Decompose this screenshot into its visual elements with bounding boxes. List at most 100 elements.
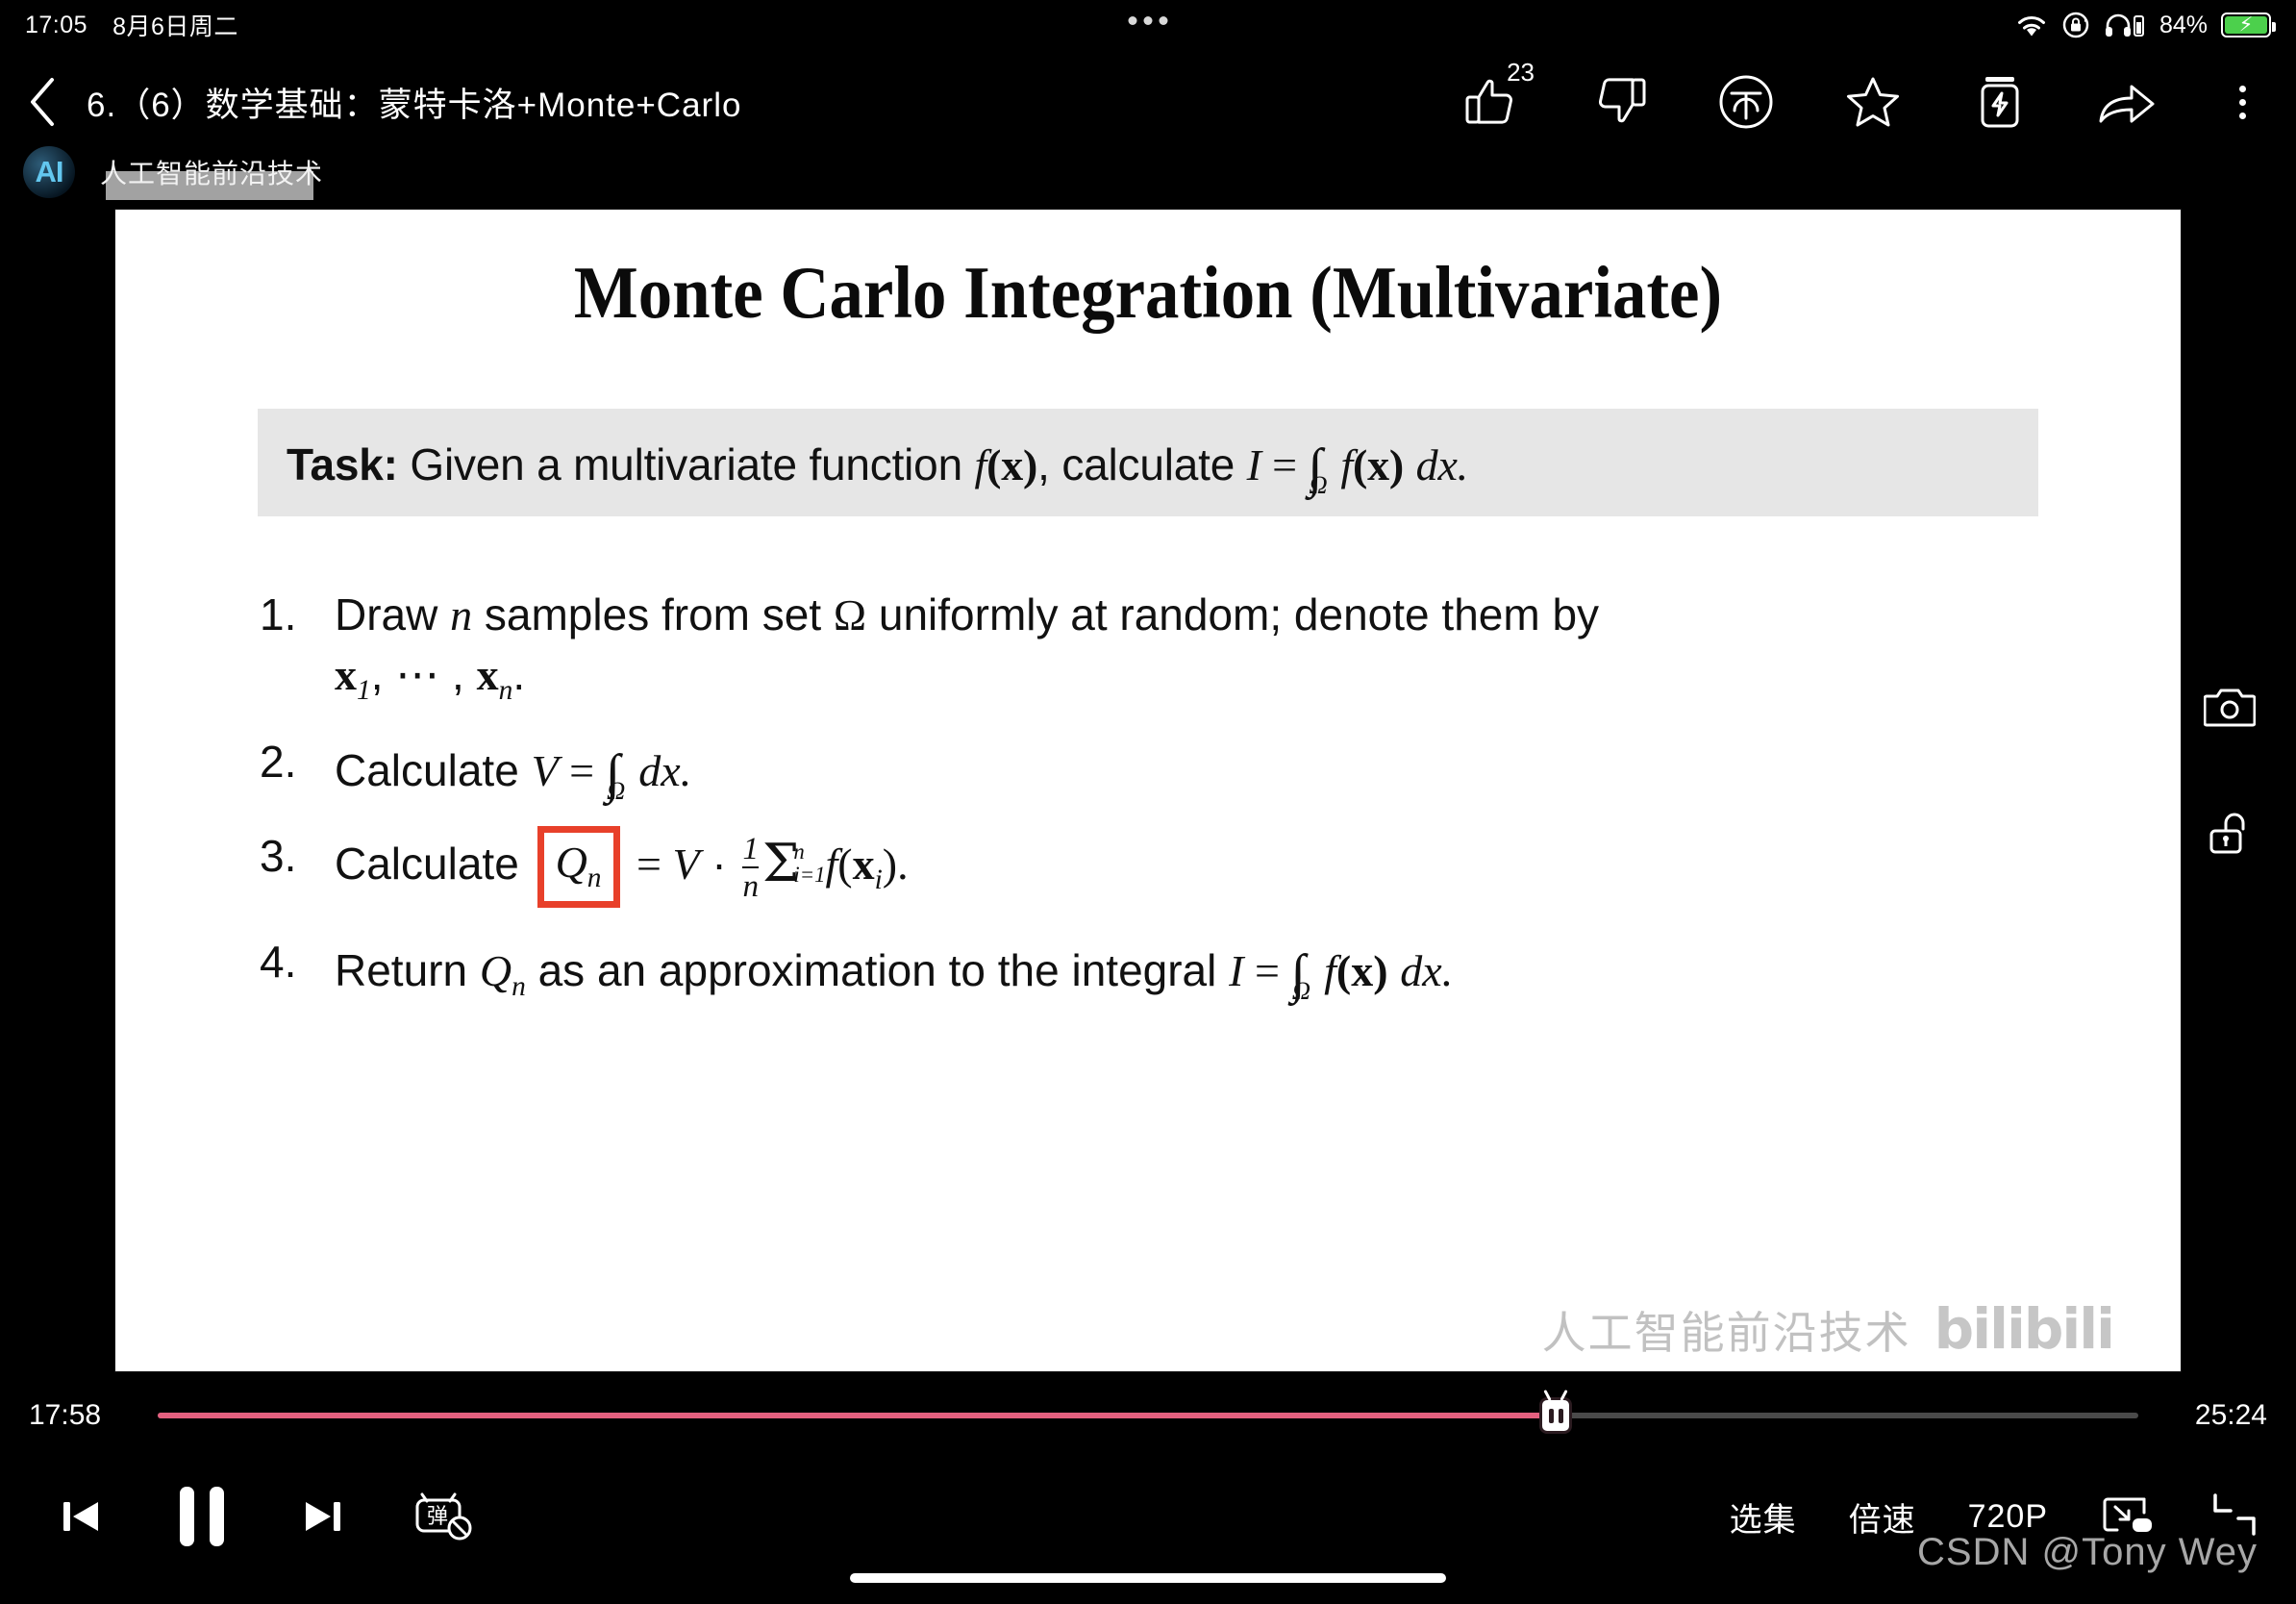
task-statement: Task: Given a multivariate function f(x)… [258,409,2038,516]
pause-button[interactable] [156,1470,248,1563]
step4-Qsub: n [512,971,526,1003]
fraction-one-over-n: 1n [742,830,760,904]
page-title: 6.（6）数学基础：蒙特卡洛+Monte+Carlo [87,86,742,124]
step2-a: Calculate [335,744,532,795]
wifi-icon [2015,13,2048,38]
summation-icon: Σn i=1 [762,829,825,898]
step1-period: . [512,648,526,699]
step-body: Return Qn as an approximation to the int… [335,933,1453,1006]
step1-n: n [450,590,473,639]
step4-f: f [1324,945,1336,995]
screen-lock-button[interactable] [2196,798,2263,865]
channel-logo: AI [23,146,75,198]
camera-punch-hole [1128,16,1168,25]
status-bar-right: 84% ⚡ [2015,11,2276,39]
battery-charging-icon: ⚡ [2221,13,2276,38]
step3-i: i [874,865,883,896]
frac-denominator: n [742,865,760,904]
video-actions: 23 [1452,58,2296,142]
step3-eq: = [625,839,673,889]
step3-open: ( [837,839,853,889]
task-tail-arg: (x) [1353,440,1405,489]
step1-xn: x [476,649,499,699]
step4-Q: Q [479,945,512,995]
step3-a: Calculate [335,838,532,889]
step1-x1: x [335,649,357,699]
rotation-lock-icon [2061,11,2090,39]
step1-c: uniformly at random; denote them by [866,589,1600,639]
step-number: 3. [260,830,297,881]
step-body: Draw n samples from set Ω uniformly at r… [335,586,1599,710]
step-number: 2. [260,736,297,787]
step1-sub2: n [498,674,513,706]
frac-numerator: 1 [742,830,760,866]
pause-icon [180,1487,224,1546]
quality-button[interactable]: 720P [1968,1498,2048,1536]
battery-percent-label: 84% [2159,11,2208,38]
brand-name-cn: 人工智能前沿技术 [1541,1308,1911,1358]
like-count: 23 [1507,58,1535,87]
step-body: Calculate V = ∫Ω dx. [335,733,692,805]
task-mid: , calculate [1037,439,1247,489]
csdn-watermark: CSDN @Tony Wey [1917,1531,2258,1573]
step1-b: samples from set [472,589,834,639]
step2-dx: dx. [638,745,692,795]
sigma-upper: n [793,839,805,864]
danmaku-toggle-button[interactable]: 弹 [398,1470,490,1563]
screenshot-button[interactable] [2196,673,2263,740]
step1-set: Ω [833,590,867,639]
step1-a: Draw [335,589,451,639]
step3-dot: · [699,838,739,889]
task-arg: (x) [986,440,1038,489]
step-number: 1. [260,589,297,639]
slide-content: Monte Carlo Integration (Multivariate) T… [115,210,2181,1371]
step3-Qsub: n [586,863,602,894]
task-label: Task: [287,439,398,489]
step4-domain: Ω [1291,975,1311,1005]
steps-list: 1. Draw n samples from set Ω uniformly a… [260,586,2181,1006]
channel-name: 人工智能前沿技术 [92,151,332,193]
dislike-button[interactable] [1579,62,1660,142]
headphones-icon [2104,12,2146,38]
step3-f: f [825,839,838,889]
sigma-lower: i=1 [793,862,826,887]
previous-button[interactable] [35,1470,127,1563]
list-item: 2. Calculate V = ∫Ω dx. [260,733,2181,805]
step2-V: V [531,745,559,795]
list-item: 4. Return Qn as an approximation to the … [260,933,2181,1006]
charge-button[interactable] [1959,62,2040,142]
step3-V: V [672,839,700,889]
coin-button[interactable] [1706,62,1786,142]
channel-watermark: AI 人工智能前沿技术 [23,146,332,200]
next-button[interactable] [277,1470,369,1563]
bilibili-logo: bilibili [1934,1296,2115,1362]
side-button-group [2196,673,2263,865]
video-player-surface[interactable]: AI 人工智能前沿技术 Monte Carlo Integration (Mul… [23,146,2181,1371]
step4-eq: = [1243,945,1291,995]
progress-handle[interactable] [1539,1397,1573,1434]
share-button[interactable] [2086,62,2167,142]
step2-eq: = [558,745,606,795]
step1-dots: , ⋯ , [370,648,477,699]
task-dx: dx. [1415,440,1469,489]
total-time-label: 25:24 [2194,1399,2267,1431]
task-I: I [1246,440,1261,489]
task-tail-fn: f [1340,440,1353,489]
like-button[interactable]: 23 [1452,58,1535,142]
home-indicator[interactable] [850,1573,1446,1583]
favorite-button[interactable] [1833,62,1913,142]
step4-dx: dx. [1400,945,1454,995]
back-button[interactable] [0,76,87,128]
episode-list-button[interactable]: 选集 [1730,1493,1797,1541]
status-time: 17:05 [25,11,88,38]
more-button[interactable] [2213,85,2271,119]
step2-domain: Ω [607,775,626,805]
top-navigation-bar: 6.（6）数学基础：蒙特卡洛+Monte+Carlo 23 [0,50,2296,154]
progress-track[interactable] [158,1397,2138,1434]
status-bar-left: 17:05 8月6日周二 [25,8,238,42]
step4-I: I [1229,945,1244,995]
status-bar: 17:05 8月6日周二 84% ⚡ [0,0,2296,50]
current-time-label: 17:58 [29,1399,102,1431]
progress-bar-row: 17:58 25:24 [0,1392,2296,1439]
playback-speed-button[interactable]: 倍速 [1849,1493,1916,1541]
